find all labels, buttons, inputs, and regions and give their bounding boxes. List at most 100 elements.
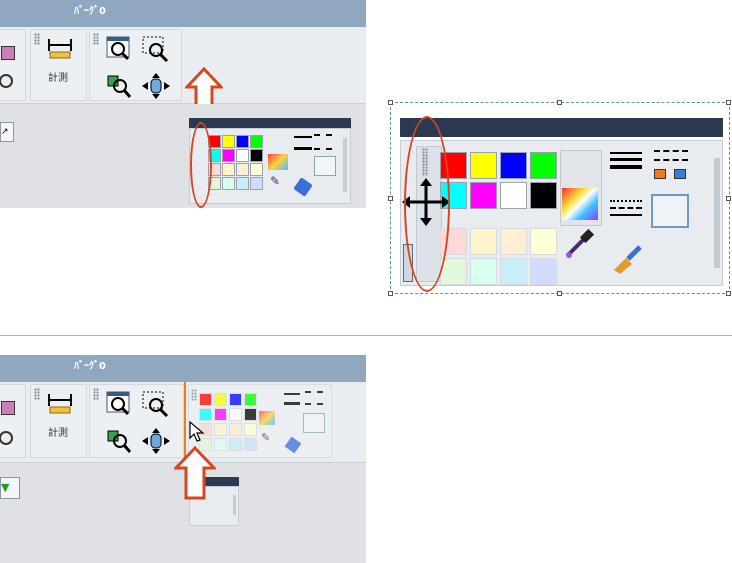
pastel-swatch[interactable] [530,228,557,255]
color-swatch[interactable] [229,438,242,451]
grip-handle[interactable] [191,389,197,401]
color-swatch[interactable] [244,393,257,406]
color-swatch[interactable] [500,182,527,209]
pastel-swatch[interactable] [500,228,527,255]
color-swatch[interactable] [470,152,497,179]
color-swatch[interactable] [236,149,249,162]
resize-handle[interactable] [726,100,731,105]
bottom-group-zoom [89,384,184,458]
bottom-group-measure: 計測 [30,384,87,458]
line-weight-icon[interactable] [284,393,300,405]
color-swatch[interactable] [229,423,242,436]
pan-icon[interactable] [140,428,172,454]
resize-handle[interactable] [388,196,393,201]
top-workspace: ↗ ✎ [0,104,366,208]
palette-scrollbar[interactable] [343,138,347,192]
eyedropper-icon[interactable] [563,228,595,260]
filter-icon[interactable]: ▼ [0,477,20,499]
paint-brush-icon[interactable] [284,436,302,454]
color-swatch[interactable] [222,135,235,148]
color-swatch[interactable] [199,393,212,406]
zoom-3d-icon[interactable] [106,74,132,100]
top-window-title: ﾊﾞｰｸﾞ0 [74,6,106,17]
color-swatch[interactable] [229,393,242,406]
color-swatch[interactable] [222,163,235,176]
play-icon[interactable] [0,431,13,445]
highlight-oval-top [190,122,212,208]
resize-handle[interactable] [388,100,393,105]
pastel-swatch[interactable] [530,258,557,285]
resize-handle[interactable] [388,291,393,296]
zoom-region-icon[interactable] [142,391,170,417]
cube-icon[interactable] [1,401,15,415]
color-swatch[interactable] [214,408,227,421]
color-swatch[interactable] [530,152,557,179]
line-type-icon[interactable] [654,150,688,182]
measure-icon[interactable] [47,37,73,59]
color-swatch[interactable] [244,408,257,421]
pastel-swatch[interactable] [470,258,497,285]
color-swatch[interactable] [244,423,257,436]
gradient-icon[interactable] [259,411,275,425]
layer-properties-icon[interactable] [314,156,336,176]
resize-handle[interactable] [557,100,562,105]
measure-icon[interactable] [47,392,73,414]
grip-handle[interactable] [93,388,99,400]
grip-handle[interactable] [34,388,40,400]
pan-icon[interactable] [140,73,172,99]
cube-icon[interactable] [1,46,15,60]
top-group-zoom [89,29,182,101]
top-group-measure: 計測 [30,29,87,101]
color-swatch[interactable] [229,408,242,421]
color-swatch[interactable] [214,423,227,436]
line-type-icon[interactable] [314,134,332,150]
zoom-window-icon[interactable] [106,36,132,62]
pastel-swatch[interactable] [500,258,527,285]
play-icon[interactable] [0,74,13,88]
color-swatch[interactable] [250,135,263,148]
layer-properties-icon[interactable] [303,413,325,433]
color-swatch[interactable] [250,163,263,176]
eyedropper-icon[interactable]: ✎ [270,174,284,188]
pastel-swatch[interactable] [470,228,497,255]
top-group-left [0,29,26,101]
dash-pattern-icon[interactable] [610,200,642,222]
line-weight-icon[interactable] [610,152,642,174]
highlight-oval-zoom [404,116,450,292]
color-swatch[interactable] [236,163,249,176]
tool-icon[interactable]: ↗ [0,122,14,142]
gradient-icon[interactable] [562,188,598,220]
color-swatch[interactable] [236,177,249,190]
zoom-window-icon[interactable] [106,391,132,417]
line-weight-icon[interactable] [294,136,312,150]
line-type-icon[interactable] [305,391,323,405]
color-swatch[interactable] [470,182,497,209]
resize-handle[interactable] [726,291,731,296]
resize-handle[interactable] [557,291,562,296]
color-swatch[interactable] [244,438,257,451]
eyedropper-icon[interactable]: ✎ [261,431,270,444]
zoom-3d-icon[interactable] [106,429,132,455]
bottom-window-titlebar: ﾊﾞｰｸﾞ0 [0,355,366,382]
gradient-icon[interactable] [268,154,288,170]
color-swatch[interactable] [530,182,557,209]
zoom-region-icon[interactable] [142,36,170,62]
palette-scrollbar[interactable] [714,158,720,268]
top-ribbon: 計測 [0,27,366,115]
color-swatch[interactable] [222,177,235,190]
grip-handle[interactable] [34,33,40,45]
section-divider [0,335,732,336]
palette-scrollbar[interactable] [233,495,236,515]
color-swatch[interactable] [222,149,235,162]
docked-palette-header [189,118,351,128]
layer-properties-icon[interactable] [651,194,689,228]
color-swatch[interactable] [250,177,263,190]
resize-handle[interactable] [726,196,731,201]
color-swatch[interactable] [500,152,527,179]
paint-brush-icon[interactable] [610,244,644,276]
color-swatch[interactable] [214,393,227,406]
color-swatch[interactable] [250,149,263,162]
top-window-titlebar: ﾊﾞｰｸﾞ0 [0,0,366,27]
color-swatch[interactable] [236,135,249,148]
grip-handle[interactable] [93,33,99,45]
